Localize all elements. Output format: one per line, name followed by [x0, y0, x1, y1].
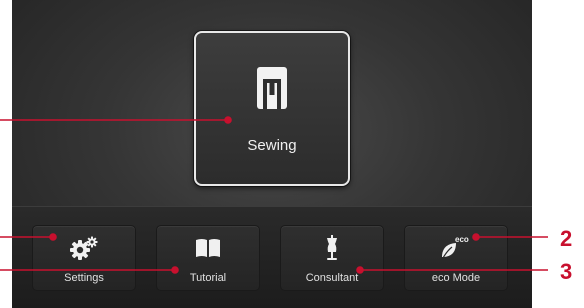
callout-number-2: 2 — [560, 226, 573, 251]
consultant-button[interactable]: Consultant — [280, 225, 384, 291]
gears-icon — [70, 236, 98, 260]
tutorial-button[interactable]: Tutorial — [156, 225, 260, 291]
eco-icon-text: eco — [455, 235, 469, 244]
sewing-mode-button[interactable]: Sewing — [194, 31, 350, 186]
callout-number-3: 3 — [560, 259, 573, 284]
tutorial-label: Tutorial — [189, 272, 227, 284]
eco-mode-button[interactable]: eco eco Mode — [404, 225, 508, 291]
presser-foot-icon — [257, 67, 287, 109]
sewing-label: Sewing — [247, 137, 297, 154]
device-screen: Sewing Settings Tutorial Consultant eco … — [12, 0, 532, 308]
consultant-label: Consultant — [305, 272, 359, 284]
eco-mode-label: eco Mode — [431, 272, 481, 284]
dress-form-icon — [327, 235, 337, 260]
book-icon — [196, 239, 220, 257]
eco-leaf-icon: eco — [442, 235, 469, 259]
settings-button[interactable]: Settings — [32, 225, 136, 291]
settings-label: Settings — [64, 272, 104, 284]
